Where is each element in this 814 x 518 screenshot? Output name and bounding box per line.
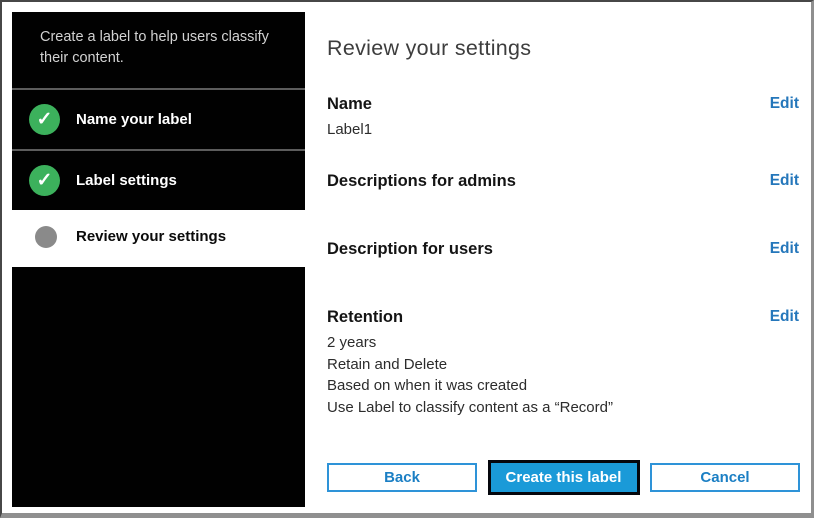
section-heading: Retention bbox=[327, 308, 613, 327]
wizard-steps-sidebar: Create a label to help users classify th… bbox=[12, 12, 305, 507]
review-settings-pane: Review your settings Name Label1 Edit De… bbox=[327, 2, 800, 513]
retention-trigger: Based on when it was created bbox=[327, 375, 613, 397]
retention-duration: 2 years bbox=[327, 332, 613, 354]
edit-admin-description-link[interactable]: Edit bbox=[770, 172, 800, 190]
check-icon: ✓ bbox=[29, 165, 60, 196]
retention-action: Retain and Delete bbox=[327, 354, 613, 376]
check-icon: ✓ bbox=[29, 104, 60, 135]
step-review-your-settings: Review your settings bbox=[12, 210, 305, 263]
section-retention: Retention 2 years Retain and Delete Base… bbox=[327, 308, 800, 418]
edit-name-link[interactable]: Edit bbox=[770, 95, 800, 113]
sidebar-intro-text: Create a label to help users classify th… bbox=[12, 12, 305, 88]
step-name-your-label: ✓ Name your label bbox=[12, 88, 305, 149]
current-step-dot-icon bbox=[35, 226, 57, 248]
section-name: Name Label1 Edit bbox=[327, 95, 800, 141]
create-label-wizard-window: Create a label to help users classify th… bbox=[0, 0, 814, 518]
step-label: Name your label bbox=[76, 111, 192, 128]
section-descriptions-for-admins: Descriptions for admins Edit bbox=[327, 172, 800, 191]
create-this-label-button[interactable]: Create this label bbox=[488, 460, 640, 495]
section-heading: Description for users bbox=[327, 240, 493, 259]
back-button[interactable]: Back bbox=[327, 463, 477, 492]
step-label: Label settings bbox=[76, 172, 177, 189]
retention-record-setting: Use Label to classify content as a “Reco… bbox=[327, 397, 613, 419]
wizard-button-row: Back Create this label Cancel bbox=[327, 460, 800, 495]
section-description-for-users: Description for users Edit bbox=[327, 240, 800, 259]
sidebar-filler-panel bbox=[12, 267, 305, 507]
step-label: Review your settings bbox=[76, 228, 226, 245]
section-heading: Descriptions for admins bbox=[327, 172, 516, 191]
section-heading: Name bbox=[327, 95, 372, 114]
step-label-settings: ✓ Label settings bbox=[12, 149, 305, 210]
label-name-value: Label1 bbox=[327, 119, 372, 141]
page-title: Review your settings bbox=[327, 36, 531, 61]
edit-user-description-link[interactable]: Edit bbox=[770, 240, 800, 258]
edit-retention-link[interactable]: Edit bbox=[770, 308, 800, 326]
cancel-button[interactable]: Cancel bbox=[650, 463, 800, 492]
